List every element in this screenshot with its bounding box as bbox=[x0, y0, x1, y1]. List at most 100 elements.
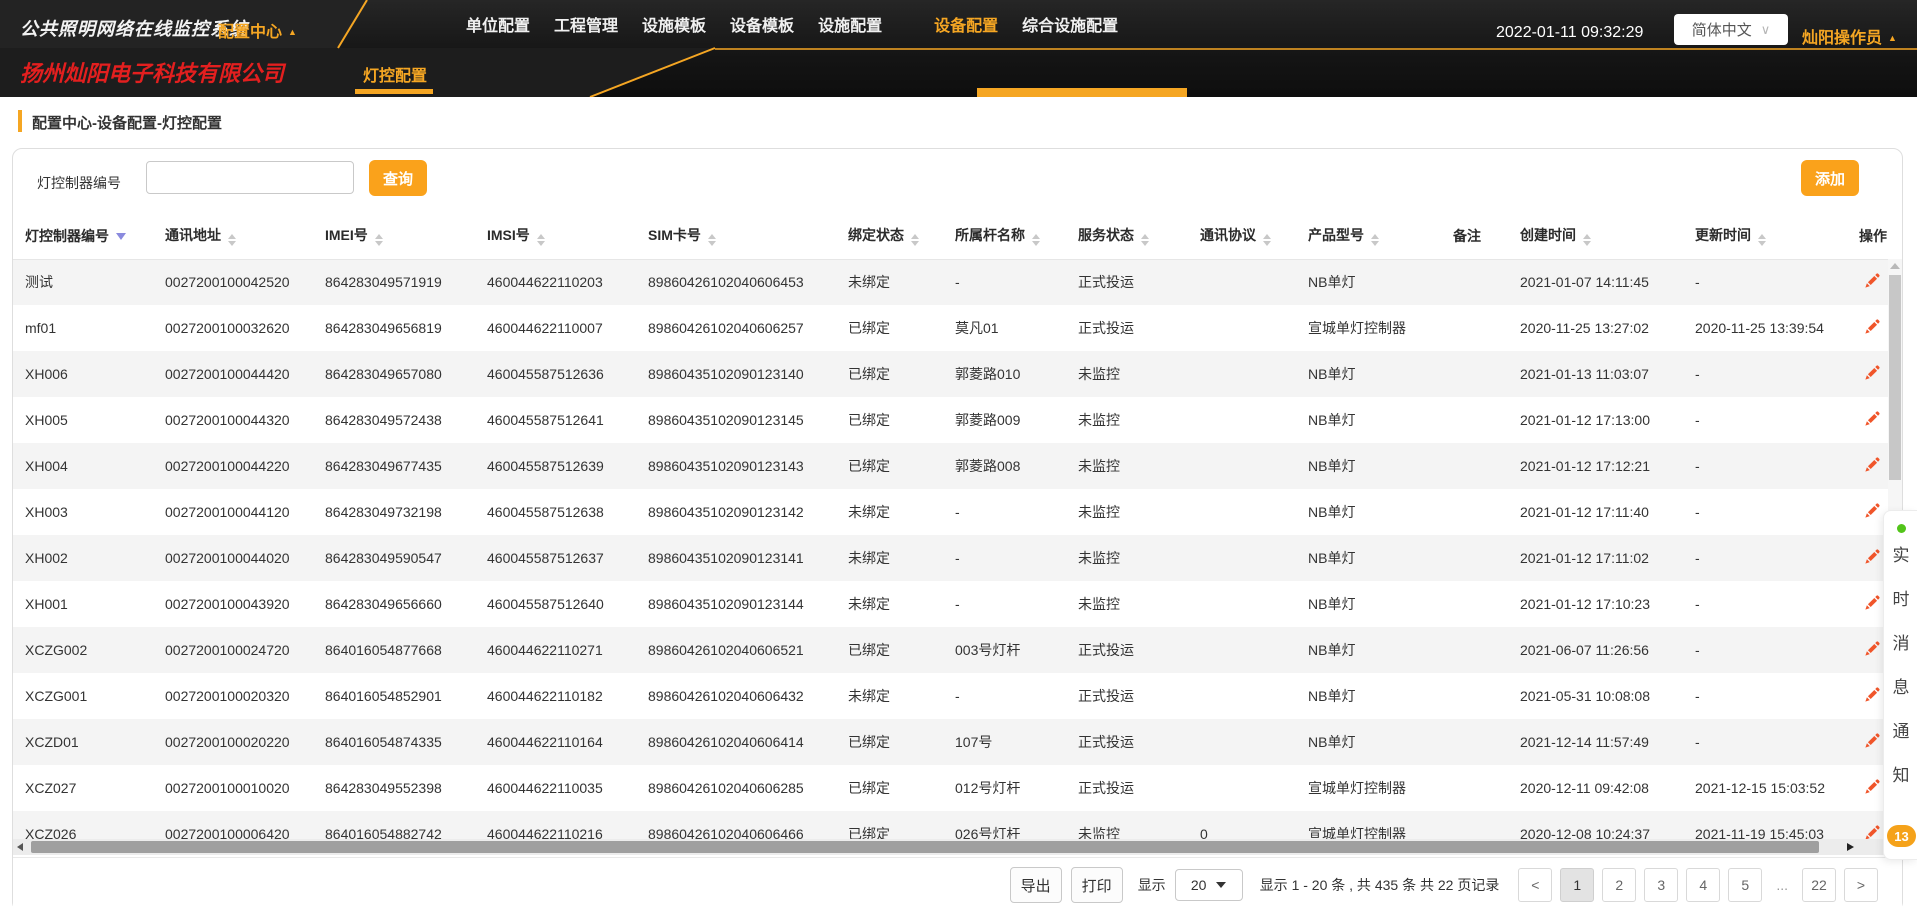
edit-icon[interactable] bbox=[1863, 363, 1882, 382]
horizontal-scrollbar[interactable] bbox=[13, 839, 1890, 855]
sort-icon[interactable] bbox=[116, 233, 126, 240]
user-menu[interactable]: 灿阳操作员▲ bbox=[1802, 24, 1897, 48]
pager: <12345...22> bbox=[1518, 868, 1878, 902]
sort-icon[interactable] bbox=[375, 234, 383, 246]
cell bbox=[1441, 581, 1508, 627]
sort-icon[interactable] bbox=[1583, 234, 1591, 246]
page-button-22[interactable]: 22 bbox=[1802, 868, 1836, 902]
realtime-notification-tab[interactable]: 实时消息通知 13 bbox=[1883, 510, 1917, 860]
sort-icon[interactable] bbox=[1758, 234, 1766, 246]
table-row[interactable]: XH00600272001000444208642830496570804600… bbox=[13, 351, 1889, 397]
cell bbox=[1188, 305, 1296, 351]
edit-icon[interactable] bbox=[1863, 685, 1882, 704]
edit-icon[interactable] bbox=[1863, 639, 1882, 658]
table-row[interactable]: XH00300272001000441208642830497321984600… bbox=[13, 489, 1889, 535]
column-header[interactable]: 产品型号 bbox=[1296, 213, 1441, 259]
cell: 2020-11-25 13:39:54 bbox=[1683, 305, 1857, 351]
tab-lamp-control-config[interactable]: 灯控配置 bbox=[363, 62, 427, 86]
sort-icon[interactable] bbox=[537, 234, 545, 246]
column-header[interactable]: 通讯地址 bbox=[153, 213, 313, 259]
sort-icon[interactable] bbox=[1032, 234, 1040, 246]
page-button-1[interactable]: 1 bbox=[1560, 868, 1594, 902]
column-header[interactable]: 更新时间 bbox=[1683, 213, 1857, 259]
cell: 已绑定 bbox=[836, 397, 943, 443]
config-center-menu[interactable]: 配置中心▲ bbox=[218, 18, 297, 42]
cell: XH003 bbox=[13, 489, 153, 535]
page-button-2[interactable]: 2 bbox=[1602, 868, 1636, 902]
sort-icon[interactable] bbox=[1263, 234, 1271, 246]
table-row[interactable]: XCZD010027200100020220864016054874335460… bbox=[13, 719, 1889, 765]
column-header[interactable]: SIM卡号 bbox=[636, 213, 836, 259]
query-button[interactable]: 查询 bbox=[369, 160, 427, 196]
edit-icon[interactable] bbox=[1863, 317, 1882, 336]
column-header[interactable]: 通讯协议 bbox=[1188, 213, 1296, 259]
table-row[interactable]: XCZ0270027200100010020864283049552398460… bbox=[13, 765, 1889, 811]
cell bbox=[1441, 259, 1508, 305]
column-header[interactable]: 创建时间 bbox=[1508, 213, 1683, 259]
table-row[interactable]: XH00500272001000443208642830495724384600… bbox=[13, 397, 1889, 443]
edit-icon[interactable] bbox=[1863, 731, 1882, 750]
next-page-button[interactable]: > bbox=[1844, 868, 1878, 902]
column-header[interactable]: 绑定状态 bbox=[836, 213, 943, 259]
page-button-3[interactable]: 3 bbox=[1644, 868, 1678, 902]
table-row[interactable]: XCZ0260027200100006420864016054882742460… bbox=[13, 811, 1889, 839]
cell: 864283049656660 bbox=[313, 581, 475, 627]
sort-icon[interactable] bbox=[228, 234, 236, 246]
cell: 89860435102090123140 bbox=[636, 351, 836, 397]
edit-icon[interactable] bbox=[1863, 409, 1882, 428]
page-button-5[interactable]: 5 bbox=[1728, 868, 1762, 902]
column-header[interactable]: 所属杆名称 bbox=[943, 213, 1066, 259]
page-size-label: 显示 bbox=[1138, 875, 1166, 895]
column-header[interactable]: 服务状态 bbox=[1066, 213, 1188, 259]
edit-icon[interactable] bbox=[1863, 455, 1882, 474]
sort-icon[interactable] bbox=[911, 234, 919, 246]
sort-icon[interactable] bbox=[1371, 234, 1379, 246]
nav-item[interactable]: 综合设施配置 bbox=[1022, 12, 1118, 36]
edit-icon[interactable] bbox=[1863, 271, 1882, 290]
prev-page-button[interactable]: < bbox=[1518, 868, 1552, 902]
nav-item[interactable]: 单位配置 bbox=[466, 12, 530, 36]
language-select[interactable]: 简体中文∨ bbox=[1674, 14, 1788, 45]
vertical-scrollbar-thumb[interactable] bbox=[1889, 275, 1901, 480]
cell: 89860426102040606432 bbox=[636, 673, 836, 719]
cell: 864283049590547 bbox=[313, 535, 475, 581]
nav-item[interactable]: 设施模板 bbox=[642, 12, 706, 36]
table-row[interactable]: XCZG002002720010002472086401605487766846… bbox=[13, 627, 1889, 673]
column-header[interactable]: 操作 bbox=[1857, 213, 1889, 259]
edit-icon[interactable] bbox=[1863, 777, 1882, 796]
export-button[interactable]: 导出 bbox=[1010, 867, 1062, 903]
notification-count-badge[interactable]: 13 bbox=[1887, 825, 1916, 847]
table-row[interactable]: mf01002720010003262086428304965681946004… bbox=[13, 305, 1889, 351]
add-button[interactable]: 添加 bbox=[1801, 160, 1859, 196]
sort-icon[interactable] bbox=[1141, 234, 1149, 246]
cell: 0027200100006420 bbox=[153, 811, 313, 839]
nav-item[interactable]: 工程管理 bbox=[554, 12, 618, 36]
cell: XCZ026 bbox=[13, 811, 153, 839]
print-button[interactable]: 打印 bbox=[1071, 867, 1123, 903]
table-row[interactable]: XCZG001002720010002032086401605485290146… bbox=[13, 673, 1889, 719]
column-header[interactable]: IMEI号 bbox=[313, 213, 475, 259]
edit-icon[interactable] bbox=[1863, 547, 1882, 566]
controller-id-input[interactable] bbox=[146, 161, 354, 194]
cell: 正式投运 bbox=[1066, 673, 1188, 719]
nav-item[interactable]: 设备模板 bbox=[730, 12, 794, 36]
column-header[interactable]: 灯控制器编号 bbox=[13, 213, 153, 259]
page-size-select[interactable]: 20 bbox=[1175, 869, 1243, 901]
table-row[interactable]: XH00400272001000442208642830496774354600… bbox=[13, 443, 1889, 489]
edit-icon[interactable] bbox=[1863, 501, 1882, 520]
column-header[interactable]: 备注 bbox=[1441, 213, 1508, 259]
edit-icon[interactable] bbox=[1863, 593, 1882, 612]
cell: 0027200100044120 bbox=[153, 489, 313, 535]
pagination-bar: 导出 打印 显示 20 显示 1 - 20 条 , 共 435 条 共 22 页… bbox=[13, 857, 1902, 912]
table-row[interactable]: XH00200272001000440208642830495905474600… bbox=[13, 535, 1889, 581]
table-row[interactable]: 测试00272001000425208642830495719194600446… bbox=[13, 259, 1889, 305]
edit-icon[interactable] bbox=[1863, 823, 1882, 839]
horizontal-scrollbar-thumb[interactable] bbox=[31, 841, 1819, 853]
page-button-4[interactable]: 4 bbox=[1686, 868, 1720, 902]
sort-icon[interactable] bbox=[708, 234, 716, 246]
column-header[interactable]: IMSI号 bbox=[475, 213, 636, 259]
nav-item[interactable]: 设备配置 bbox=[934, 12, 998, 36]
cell: 0027200100010020 bbox=[153, 765, 313, 811]
table-row[interactable]: XH00100272001000439208642830496566604600… bbox=[13, 581, 1889, 627]
nav-item[interactable]: 设施配置 bbox=[818, 12, 882, 36]
